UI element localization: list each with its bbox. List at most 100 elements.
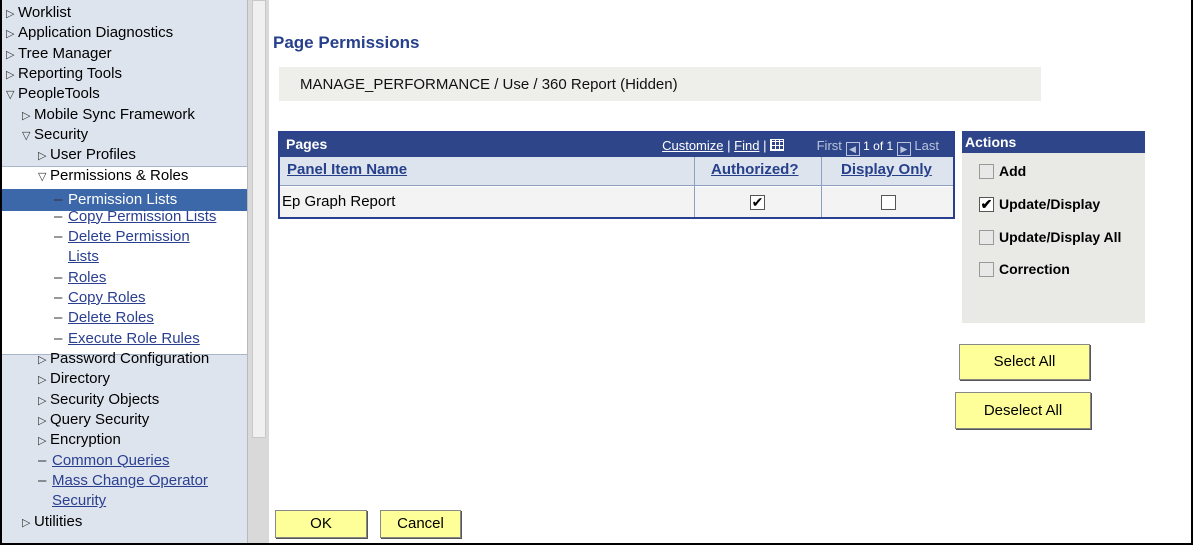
nav-item[interactable]: ▷ Application Diagnostics bbox=[6, 23, 173, 44]
first-label: First bbox=[816, 138, 842, 153]
nav-item-label: Lists bbox=[68, 248, 99, 266]
nav-item-label: PeopleTools bbox=[18, 85, 100, 103]
last-label: Last bbox=[914, 138, 939, 153]
expand-triangle-icon[interactable]: ▷ bbox=[38, 411, 50, 431]
nav-item-label: User Profiles bbox=[50, 146, 136, 164]
nav-item[interactable]: ▷ Query Security bbox=[38, 410, 149, 431]
nav-item[interactable]: – Common Queries bbox=[38, 451, 170, 471]
expand-triangle-icon[interactable]: ▷ bbox=[6, 65, 18, 85]
nav-item-label: Roles bbox=[68, 268, 107, 286]
collapse-triangle-icon[interactable]: ▽ bbox=[22, 126, 34, 146]
nav-item-label: Encryption bbox=[50, 431, 121, 449]
nav-item[interactable]: ▷ Encryption bbox=[38, 430, 121, 451]
nav-item[interactable]: ▷ Security Objects bbox=[38, 390, 159, 411]
nav-item[interactable]: ▷ Utilities bbox=[22, 512, 82, 533]
nav-item[interactable]: ▷ Tree Manager bbox=[6, 44, 112, 65]
col-panel-item-name[interactable]: Panel Item Name bbox=[287, 161, 407, 178]
deselect-all-button[interactable]: Deselect All bbox=[955, 392, 1091, 429]
nav-item[interactable]: ▷ Mobile Sync Framework bbox=[22, 105, 195, 126]
actions-title: Actions bbox=[962, 131, 1145, 153]
nav-item-label: Security Objects bbox=[50, 390, 160, 408]
nav-item[interactable]: ▷ Password Configuration bbox=[38, 349, 209, 370]
col-display-only[interactable]: Display Only bbox=[841, 161, 932, 178]
nav-item-label: Tree Manager bbox=[18, 44, 112, 62]
dash-icon: – bbox=[38, 451, 47, 469]
correction-checkbox[interactable] bbox=[979, 262, 994, 277]
nav-item-label: Copy Permission Lists bbox=[68, 207, 217, 225]
nav-item[interactable]: Lists bbox=[54, 247, 99, 267]
nav-item-label: Security bbox=[52, 492, 107, 510]
nav-scrollbar-thumb[interactable] bbox=[252, 0, 266, 438]
authorized-checkbox[interactable]: ✔ bbox=[750, 195, 765, 210]
nav-item[interactable]: – Delete Permission bbox=[54, 227, 190, 247]
expand-triangle-icon[interactable]: ▷ bbox=[38, 350, 50, 370]
action-label: Correction bbox=[999, 261, 1070, 277]
collapse-triangle-icon[interactable]: ▽ bbox=[38, 167, 50, 187]
update-display-all-checkbox[interactable] bbox=[979, 230, 994, 245]
expand-triangle-icon[interactable]: ▷ bbox=[22, 513, 34, 533]
expand-triangle-icon[interactable]: ▷ bbox=[38, 431, 50, 451]
nav-item-label: Application Diagnostics bbox=[18, 24, 174, 42]
expand-triangle-icon[interactable]: ▷ bbox=[6, 24, 18, 44]
display-only-checkbox[interactable] bbox=[881, 195, 896, 210]
nav-item-label: Common Queries bbox=[52, 451, 170, 469]
dash-icon: – bbox=[38, 472, 47, 490]
nav-item-label: Delete Permission bbox=[68, 227, 190, 245]
nav-item[interactable]: – Mass Change Operator bbox=[38, 471, 208, 491]
select-all-button[interactable]: Select All bbox=[959, 344, 1090, 380]
grid-header: Pages Customize | Find | First ◀ 1 of 1 … bbox=[280, 133, 953, 157]
nav-scrollbar[interactable] bbox=[247, 0, 269, 543]
expand-triangle-icon[interactable]: ▷ bbox=[38, 370, 50, 390]
nav-item-label: Directory bbox=[50, 370, 111, 388]
dash-icon: – bbox=[54, 309, 63, 327]
expand-triangle-icon[interactable]: ▷ bbox=[6, 45, 18, 65]
nav-item[interactable]: ▷ Directory bbox=[38, 369, 110, 390]
nav-item[interactable]: – Copy Roles bbox=[54, 288, 146, 308]
nav-item[interactable]: ▷ Reporting Tools bbox=[6, 64, 122, 85]
grid-toolbar: Customize | Find | First ◀ 1 of 1 ▶ Last bbox=[662, 138, 939, 156]
nav-item[interactable]: – Execute Role Rules bbox=[54, 329, 200, 349]
col-authorized[interactable]: Authorized? bbox=[711, 161, 799, 178]
nav-item[interactable]: – Roles bbox=[54, 268, 106, 288]
update-display-checkbox[interactable]: ✔ bbox=[979, 197, 994, 212]
app-window: ▷ Worklist ▷ Application Diagnostics ▷ Tree M… bbox=[0, 0, 1193, 545]
nav-item[interactable]: – Delete Roles bbox=[54, 308, 154, 328]
nav-item[interactable]: ▽ PeopleTools bbox=[6, 84, 100, 105]
dash-icon: – bbox=[54, 288, 63, 306]
nav-item[interactable]: – Copy Permission Lists bbox=[54, 207, 216, 227]
nav-item-label: Security bbox=[34, 126, 89, 144]
grid-title: Pages bbox=[286, 136, 328, 152]
add-checkbox[interactable] bbox=[979, 164, 994, 179]
previous-arrow-icon[interactable]: ◀ bbox=[845, 142, 860, 156]
view-all-grid-icon[interactable] bbox=[770, 139, 785, 151]
expand-triangle-icon[interactable]: ▷ bbox=[22, 106, 34, 126]
expand-triangle-icon[interactable]: ▷ bbox=[38, 391, 50, 411]
collapse-triangle-icon[interactable]: ▽ bbox=[6, 85, 18, 105]
dash-icon: – bbox=[54, 329, 63, 347]
nav-item[interactable]: ▷ Worklist bbox=[6, 3, 71, 24]
nav-item-label: Reporting Tools bbox=[18, 65, 122, 83]
expand-triangle-icon[interactable]: ▷ bbox=[6, 4, 18, 24]
row-range: 1 of 1 bbox=[863, 139, 894, 153]
next-arrow-icon[interactable]: ▶ bbox=[896, 142, 911, 156]
nav-item-label: Permissions & Roles bbox=[50, 166, 189, 184]
nav-item[interactable]: ▷ User Profiles bbox=[38, 145, 136, 166]
expand-triangle-icon[interactable]: ▷ bbox=[38, 146, 50, 166]
table-row: Ep Graph Report ✔ bbox=[280, 187, 953, 217]
nav-item[interactable]: ▽ Permissions & Roles bbox=[38, 166, 188, 187]
action-label: Update/Display bbox=[999, 196, 1101, 212]
column-header-row: Panel Item Name Authorized? Display Only bbox=[280, 157, 953, 186]
dash-icon: – bbox=[54, 268, 63, 286]
main-content: Page Permissions MANAGE_PERFORMANCE / Us… bbox=[270, 0, 1191, 543]
find-link[interactable]: Find bbox=[734, 138, 759, 153]
page-title: Page Permissions bbox=[273, 33, 420, 52]
customize-link[interactable]: Customize bbox=[662, 138, 723, 153]
ok-button[interactable]: OK bbox=[275, 510, 367, 538]
actions-panel: Actions Add ✔ Update/Display Update/Disp… bbox=[962, 131, 1145, 323]
nav-item[interactable]: ▽ Security bbox=[22, 125, 88, 146]
separator: | bbox=[763, 138, 771, 153]
nav-item-label: Permission Lists bbox=[68, 191, 178, 208]
cancel-button[interactable]: Cancel bbox=[380, 510, 461, 538]
nav-item[interactable]: Security bbox=[38, 491, 106, 511]
